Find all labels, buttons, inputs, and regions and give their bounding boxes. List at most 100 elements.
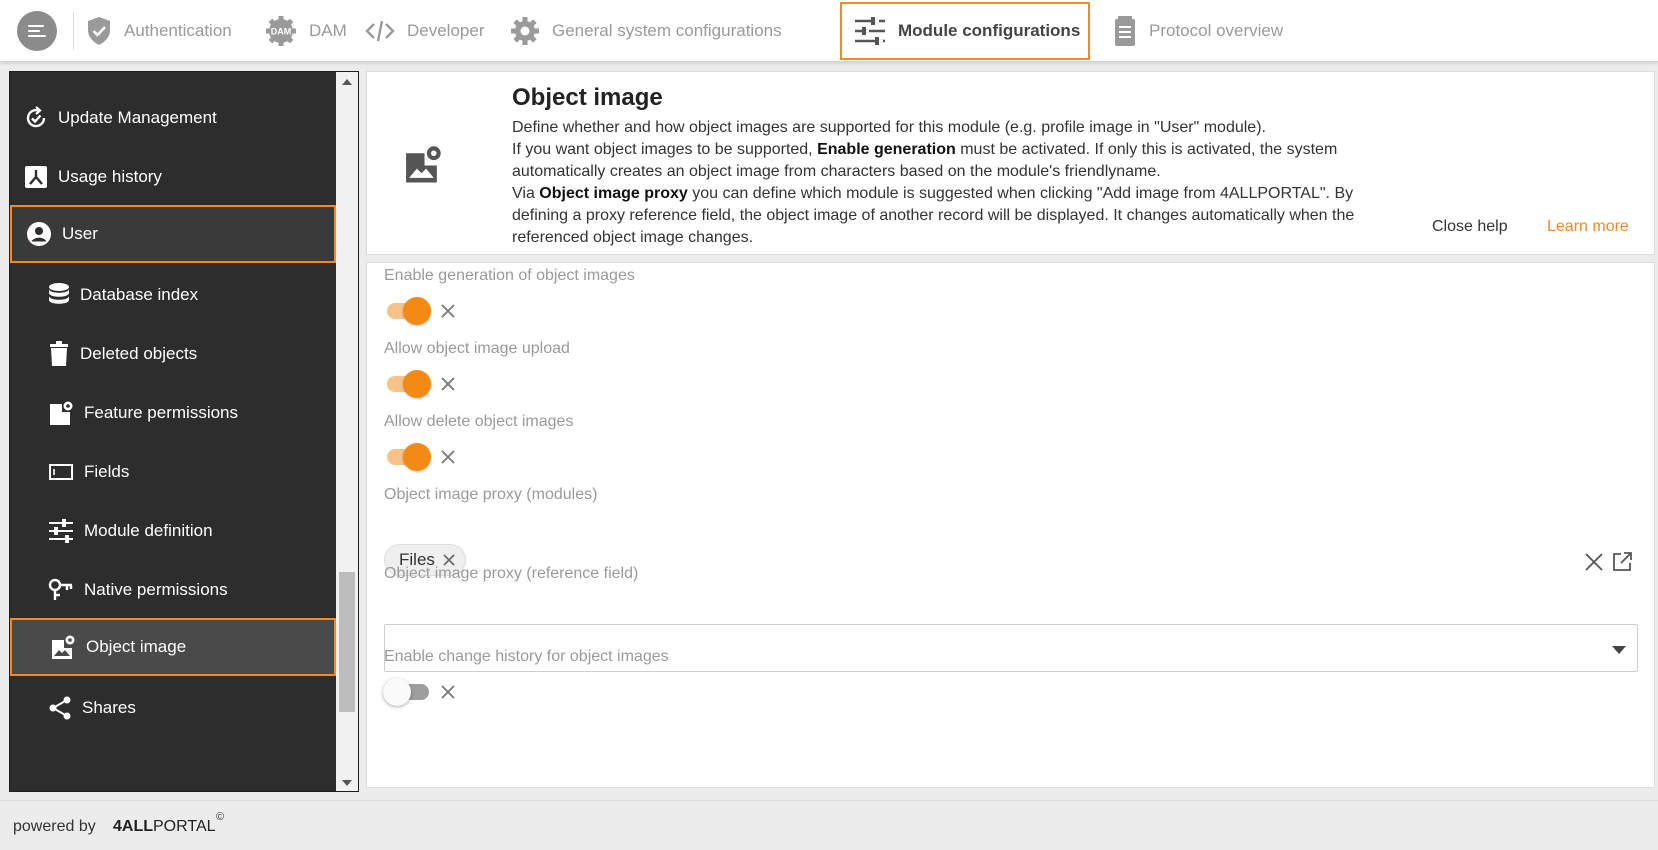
- sidebar-item-module-definition[interactable]: Module definition: [10, 502, 336, 560]
- dam-icon-text: DAM: [271, 27, 292, 37]
- brand-bold: 4ALL: [113, 818, 153, 835]
- help-line: If you want object images to be supporte…: [512, 139, 1382, 183]
- object-image-icon: [406, 146, 441, 183]
- help-line: Define whether and how object images are…: [512, 119, 1266, 136]
- close-help-link[interactable]: Close help: [1432, 218, 1508, 236]
- sidebar-item-label: Module definition: [84, 521, 213, 540]
- sidebar-item-label: Usage history: [58, 167, 162, 186]
- change-history-toggle[interactable]: [383, 678, 429, 706]
- sidebar-item-user[interactable]: User: [10, 205, 336, 263]
- sidebar: Update Management Usage history User Dat…: [9, 71, 359, 792]
- sidebar-item-label: Feature permissions: [84, 403, 239, 422]
- dam-gear-icon: DAM: [266, 16, 296, 46]
- scroll-down-arrow-icon[interactable]: [342, 780, 352, 786]
- sidebar-item-label: Update Management: [58, 108, 217, 127]
- share-icon: [49, 696, 71, 720]
- usage-history-icon: [25, 166, 47, 188]
- footer: powered by 4ALLPORTAL ©: [0, 800, 1658, 850]
- feature-permissions-icon: [50, 401, 73, 425]
- change-history-label: Enable change history for object images: [384, 648, 669, 665]
- help-title: Object image: [512, 84, 663, 111]
- tab-label: Protocol overview: [1149, 21, 1284, 40]
- tab-label: Developer: [407, 21, 485, 40]
- sidebar-item-label: Deleted objects: [80, 344, 198, 363]
- help-text-bold: Object image proxy: [539, 185, 688, 202]
- help-panel: Object image Define whether and how obje…: [366, 71, 1655, 255]
- enable-generation-label: Enable generation of object images: [384, 267, 635, 284]
- brand-rest: PORTAL: [153, 818, 216, 835]
- sidebar-item-update-management[interactable]: Update Management: [10, 89, 336, 147]
- sidebar-item-usage-history[interactable]: Usage history: [10, 148, 336, 206]
- help-description: Define whether and how object images are…: [512, 117, 1382, 249]
- clear-x-icon[interactable]: [439, 683, 457, 701]
- allow-delete-label: Allow delete object images: [384, 413, 574, 430]
- sidebar-item-label: Shares: [82, 698, 136, 717]
- sidebar-item-label: User: [62, 224, 98, 243]
- object-image-icon: [52, 635, 75, 659]
- sidebar-item-label: Object image: [86, 637, 187, 656]
- help-line: Via Object image proxy you can define wh…: [512, 183, 1382, 249]
- hamburger-icon-line: [28, 35, 46, 37]
- open-external-icon[interactable]: [1611, 551, 1633, 573]
- sidebar-item-label: Fields: [84, 462, 130, 481]
- shield-check-icon: [88, 17, 110, 45]
- scrollbar-thumb[interactable]: [339, 572, 355, 712]
- gear-icon: [511, 17, 539, 45]
- key-icon: [48, 578, 73, 600]
- tab-label: Module configurations: [898, 21, 1081, 40]
- allow-upload-label: Allow object image upload: [384, 340, 570, 357]
- clear-x-icon[interactable]: [439, 448, 457, 466]
- enable-generation-toggle[interactable]: [387, 297, 431, 325]
- help-text-bold: Enable generation: [817, 141, 956, 158]
- tab-developer[interactable]: Developer: [365, 2, 485, 60]
- allow-upload-toggle[interactable]: [387, 370, 431, 398]
- copyright-mark: ©: [216, 811, 225, 823]
- sidebar-item-shares[interactable]: Shares: [10, 679, 336, 737]
- tab-general-system-configurations[interactable]: General system configurations: [510, 2, 782, 60]
- brand-logo: 4ALLPORTAL: [113, 818, 216, 836]
- proxy-reference-label: Object image proxy (reference field): [384, 565, 639, 582]
- hamburger-icon: [28, 25, 44, 27]
- database-icon: [49, 283, 69, 304]
- document-icon: [1115, 16, 1135, 46]
- tab-module-configurations[interactable]: Module configurations: [840, 2, 1091, 60]
- help-text-part: If you want object images to be supporte…: [512, 141, 818, 158]
- tab-protocol-overview[interactable]: Protocol overview: [1113, 2, 1283, 60]
- learn-more-link[interactable]: Learn more: [1547, 218, 1629, 236]
- sidebar-item-label: Native permissions: [84, 580, 228, 599]
- user-circle-icon: [27, 222, 51, 246]
- sidebar-item-label: Database index: [80, 285, 199, 304]
- allow-delete-toggle[interactable]: [387, 443, 431, 471]
- clear-x-icon[interactable]: [1583, 551, 1605, 573]
- field-icon: [49, 464, 73, 480]
- tab-label: General system configurations: [552, 21, 782, 40]
- sidebar-item-database-index[interactable]: Database index: [10, 266, 336, 324]
- scroll-up-arrow-icon[interactable]: [342, 79, 352, 85]
- sidebar-item-native-permissions[interactable]: Native permissions: [10, 561, 336, 619]
- clear-x-icon[interactable]: [439, 302, 457, 320]
- nav-divider: [73, 12, 74, 50]
- update-check-icon: [26, 106, 46, 128]
- sidebar-scrollbar[interactable]: [336, 72, 358, 791]
- toggle-knob: [383, 678, 411, 706]
- tab-dam[interactable]: DAM DAM: [265, 2, 347, 60]
- main-menu-button[interactable]: [17, 11, 57, 51]
- sidebar-item-feature-permissions[interactable]: Feature permissions: [10, 384, 336, 442]
- code-icon: [365, 20, 395, 42]
- sidebar-item-deleted-objects[interactable]: Deleted objects: [10, 325, 336, 383]
- sidebar-item-object-image[interactable]: Object image: [10, 618, 336, 676]
- tab-label: Authentication: [124, 21, 232, 40]
- sliders-icon: [855, 17, 885, 45]
- proxy-modules-actions: [1583, 551, 1633, 573]
- proxy-modules-label: Object image proxy (modules): [384, 486, 598, 503]
- tab-label: DAM: [309, 21, 347, 40]
- help-text-part: Via: [512, 185, 540, 202]
- clear-x-icon[interactable]: [439, 375, 457, 393]
- toggle-knob: [403, 370, 431, 398]
- sliders-icon: [49, 519, 73, 543]
- trash-icon: [50, 341, 68, 366]
- toggle-knob: [403, 443, 431, 471]
- sidebar-item-fields[interactable]: Fields: [10, 443, 336, 501]
- dropdown-caret-icon[interactable]: [1612, 646, 1626, 654]
- tab-authentication[interactable]: Authentication: [86, 2, 232, 60]
